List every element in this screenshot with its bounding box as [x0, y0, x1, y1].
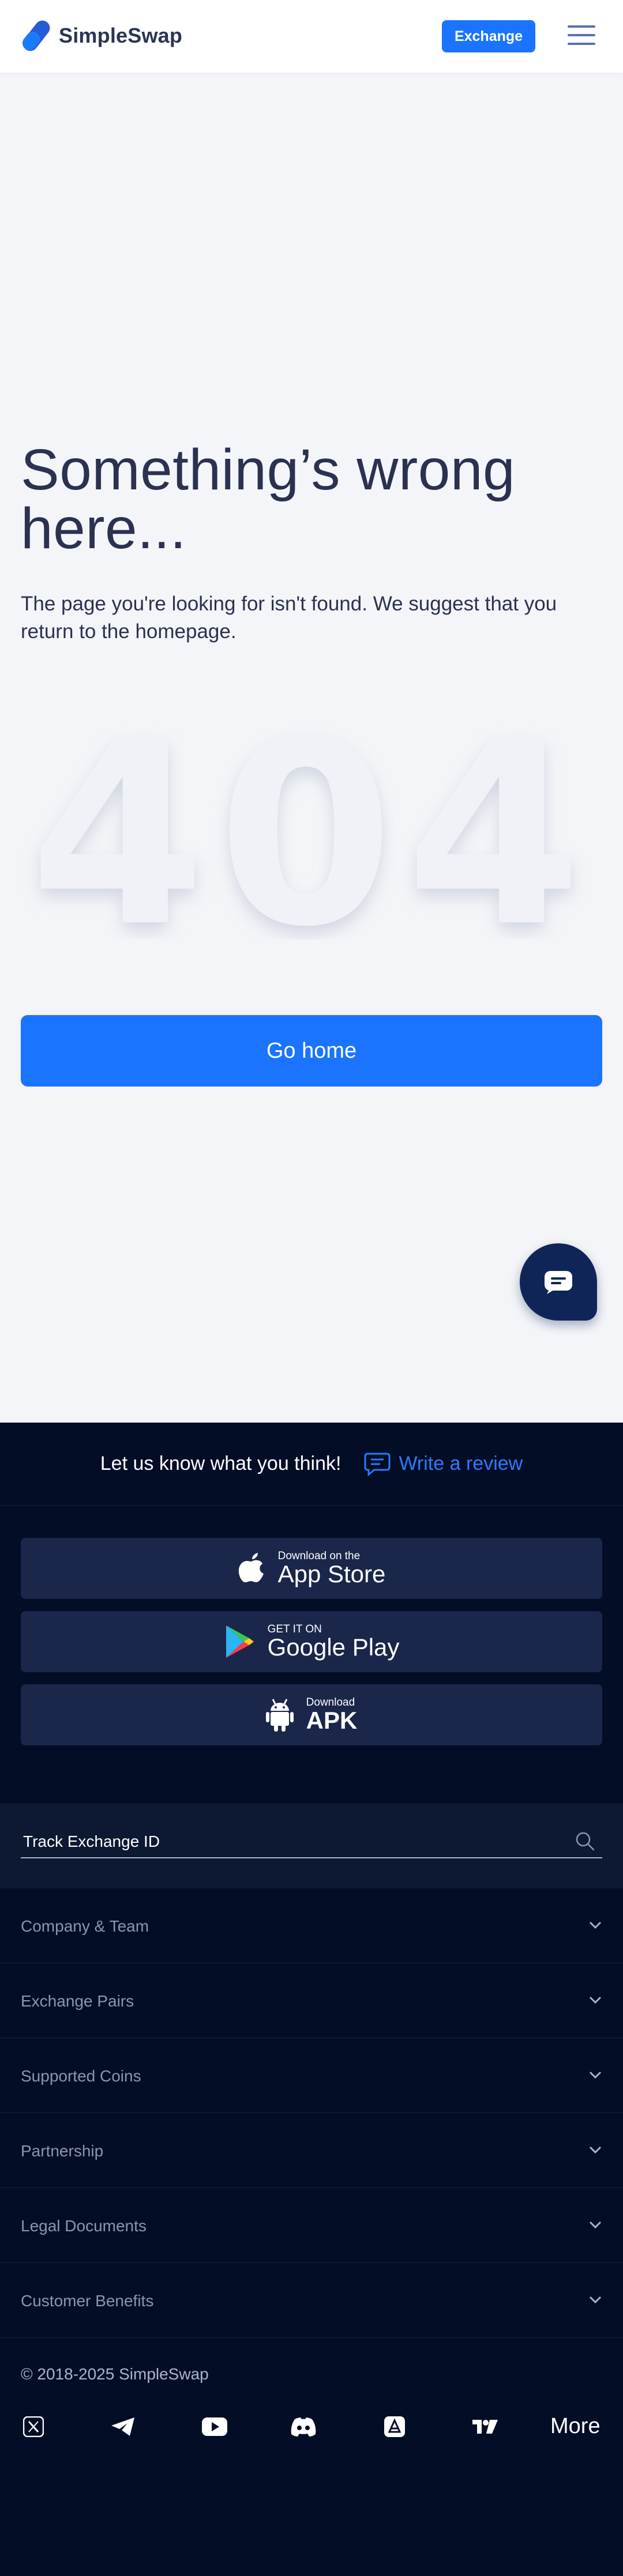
accordion-label: Supported Coins [21, 2067, 141, 2085]
go-home-button[interactable]: Go home [21, 1015, 602, 1087]
chevron-down-icon [589, 1921, 602, 1929]
google-play-large: Google Play [267, 1634, 400, 1661]
write-review-link[interactable]: Write a review [364, 1451, 523, 1477]
youtube-icon[interactable] [201, 2414, 228, 2439]
apk-download-button[interactable]: Download APK [21, 1684, 602, 1745]
logo-text: SimpleSwap [59, 24, 183, 47]
accordion-label: Exchange Pairs [21, 1992, 134, 2010]
google-play-button[interactable]: GET IT ON Google Play [21, 1611, 602, 1672]
x-icon[interactable] [22, 2414, 45, 2439]
accordion-customer-benefits[interactable]: Customer Benefits [0, 2263, 623, 2338]
error-description: The page you're looking for isn't found.… [21, 593, 557, 643]
accordion-label: Company & Team [21, 1917, 149, 1935]
search-icon[interactable] [575, 1831, 595, 1851]
apple-icon [238, 1552, 265, 1585]
track-exchange-input[interactable] [21, 1820, 602, 1858]
android-icon [265, 1698, 294, 1732]
review-banner: Let us know what you think! Write a revi… [0, 1423, 623, 1506]
tradingview-icon[interactable] [472, 2414, 498, 2439]
accordion-exchange-pairs[interactable]: Exchange Pairs [0, 1963, 623, 2038]
hamburger-menu-icon[interactable] [568, 24, 595, 46]
page-title: Something’s wrong here... [21, 437, 516, 561]
write-review-label: Write a review [399, 1453, 523, 1474]
accordion-label: Customer Benefits [21, 2292, 154, 2310]
copyright: © 2018-2025 SimpleSwap [21, 2365, 209, 2383]
chat-bubble-icon [545, 1271, 572, 1294]
accordion-label: Partnership [21, 2142, 104, 2160]
review-chat-icon [364, 1453, 391, 1476]
app-store-button[interactable]: Download on the App Store [21, 1538, 602, 1599]
apk-large: APK [306, 1707, 358, 1734]
chat-button[interactable] [520, 1243, 597, 1321]
error-code-text: 404 [29, 697, 594, 940]
google-play-icon [224, 1624, 255, 1659]
telegram-icon[interactable] [110, 2414, 136, 2439]
accordion-partnership[interactable]: Partnership [0, 2113, 623, 2188]
chevron-down-icon [589, 2296, 602, 2304]
accordion-company-team[interactable]: Company & Team [0, 1888, 623, 1963]
site-footer: Let us know what you think! Write a revi… [0, 1423, 623, 2576]
more-link[interactable]: More [550, 2414, 601, 2439]
chevron-down-icon [589, 1996, 602, 2004]
discord-icon[interactable] [290, 2414, 317, 2439]
accordion-supported-coins[interactable]: Supported Coins [0, 2038, 623, 2113]
simpleswap-logo-icon [20, 17, 53, 54]
app-store-large: App Store [277, 1560, 386, 1587]
coinmarketcap-icon[interactable] [383, 2414, 406, 2439]
track-exchange-section [0, 1803, 623, 1888]
exchange-button[interactable]: Exchange [442, 20, 535, 52]
accordion-label: Legal Documents [21, 2217, 147, 2235]
error-code-graphic: 404 [29, 697, 594, 940]
chevron-down-icon [589, 2071, 602, 2079]
chevron-down-icon [589, 2221, 602, 2229]
logo[interactable]: SimpleSwap [20, 17, 183, 54]
chevron-down-icon [589, 2146, 602, 2154]
site-header: SimpleSwap Exchange [0, 0, 623, 73]
review-prompt: Let us know what you think! [100, 1453, 341, 1474]
accordion-legal-documents[interactable]: Legal Documents [0, 2188, 623, 2263]
